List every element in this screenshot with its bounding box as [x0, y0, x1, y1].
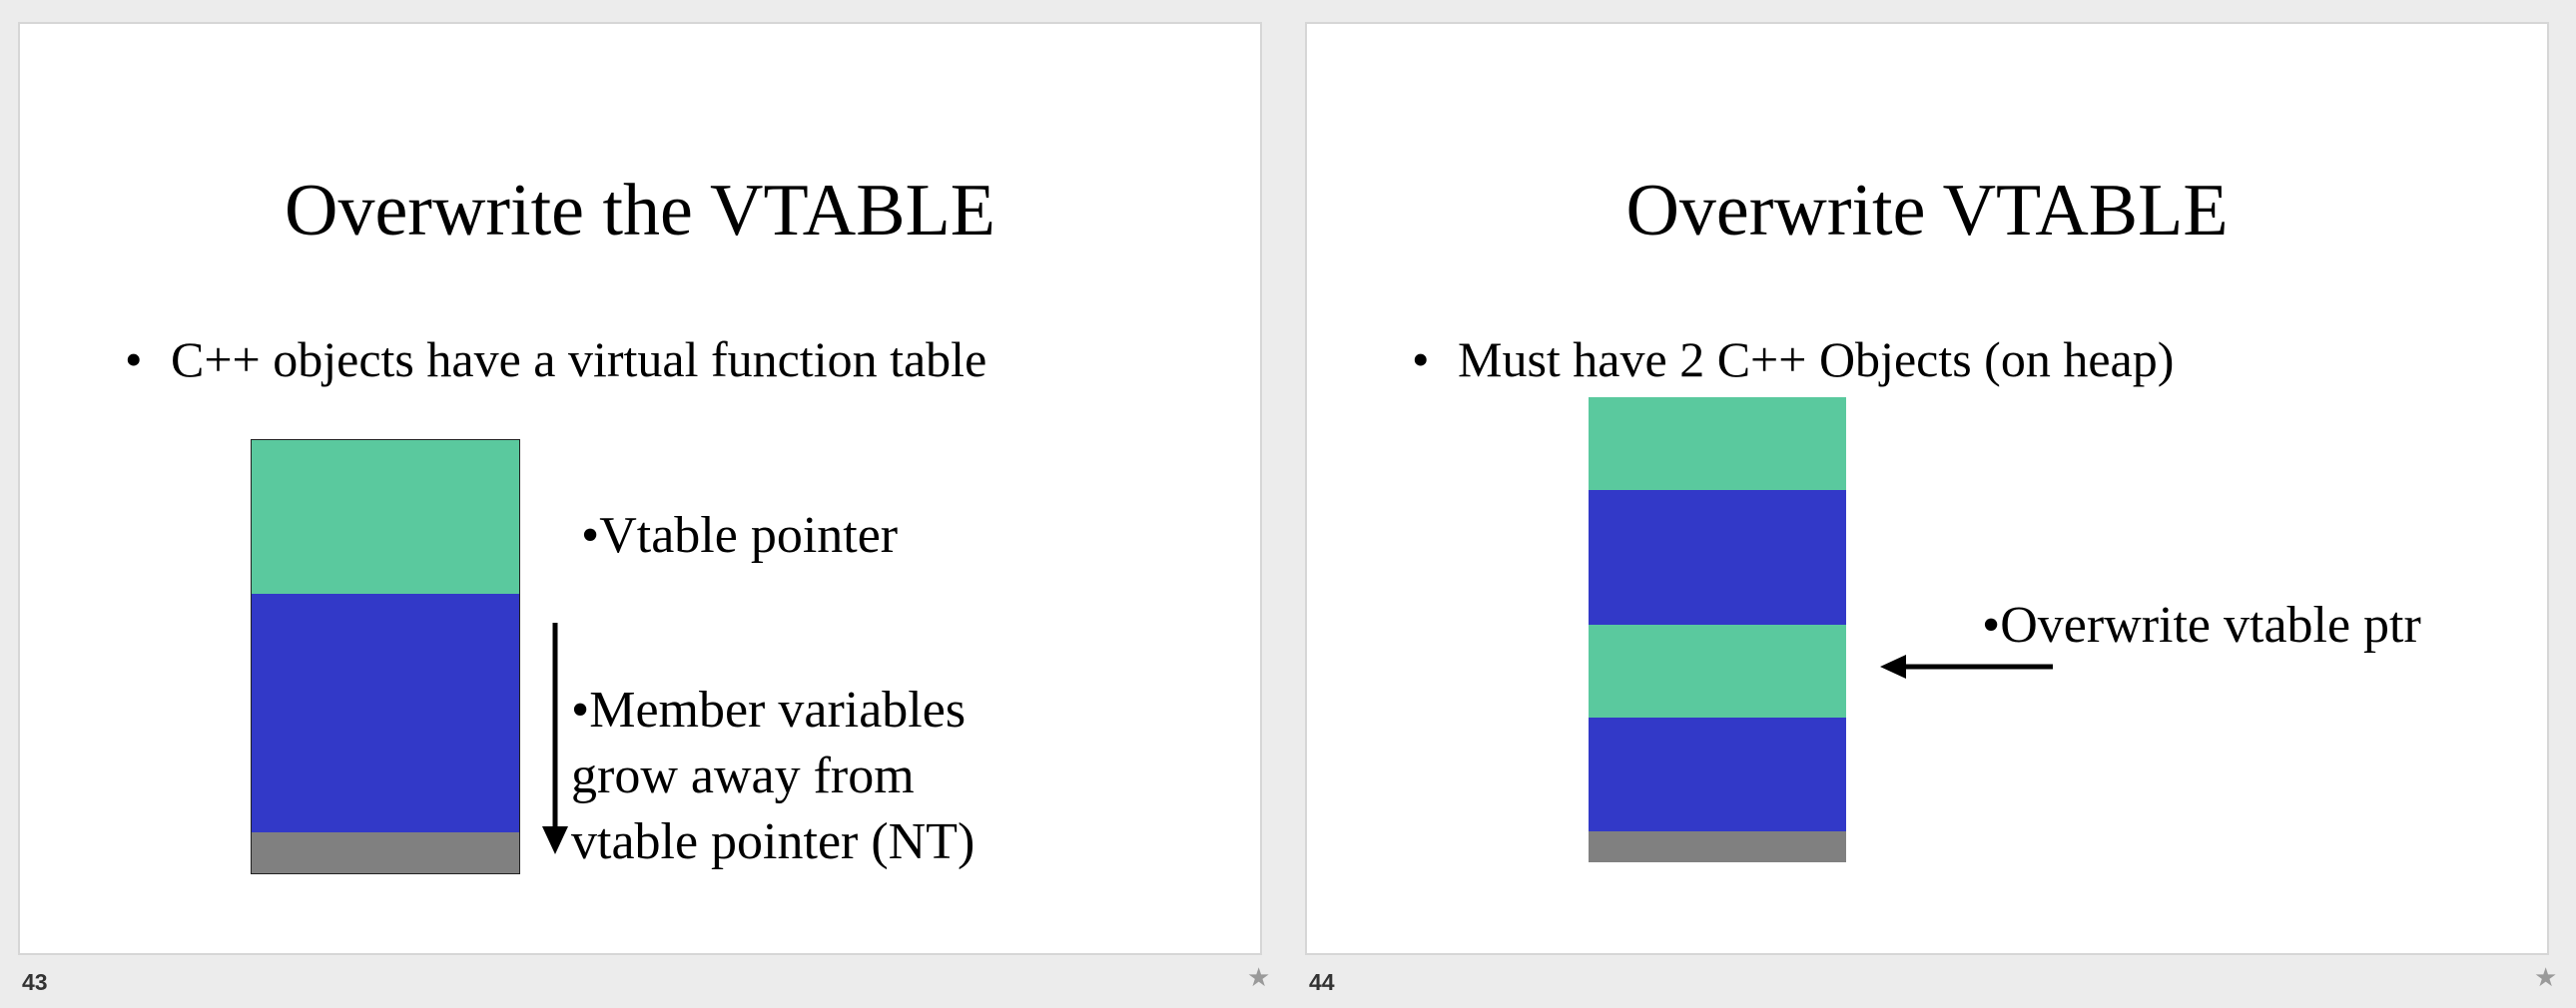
overwrite-vtable-label: •Overwrite vtable ptr	[1982, 597, 2421, 654]
member-variables-label: vtable pointer (NT)	[571, 813, 975, 870]
bullet-text: Must have 2 C++ Objects (on heap)	[1458, 331, 2175, 387]
bullet-item: • C++ objects have a virtual function tab…	[125, 329, 986, 389]
star-icon[interactable]: ★	[2534, 963, 2557, 993]
member-variables-label: •Member variables	[571, 682, 966, 739]
vtable-pointer-label: •Vtable pointer	[581, 507, 899, 564]
diagram-outline	[251, 439, 520, 874]
heap-gray-block	[1589, 831, 1846, 862]
slide-number: 44	[1309, 969, 1335, 995]
slide-title: Overwrite VTABLE	[1625, 170, 2229, 252]
bullet-dot: •	[125, 331, 143, 387]
star-icon[interactable]: ★	[1247, 963, 1270, 993]
slide-44-thumbnail[interactable]: Overwrite VTABLE • Must have 2 C++ Object…	[1305, 22, 2549, 955]
object-1-members-block	[1589, 490, 1846, 625]
object-2-vtable-block	[1589, 625, 1846, 718]
down-arrow-icon	[542, 623, 568, 854]
member-variables-label: grow away from	[571, 748, 915, 804]
object-2-members-block	[1589, 718, 1846, 831]
bullet-item: • Must have 2 C++ Objects (on heap)	[1412, 329, 2174, 389]
slide-number: 43	[22, 969, 48, 995]
slide-title: Overwrite the VTABLE	[285, 170, 995, 252]
object-1-vtable-block	[1589, 397, 1846, 490]
bullet-text: C++ objects have a virtual function tabl…	[171, 331, 987, 387]
bullet-dot: •	[1412, 331, 1430, 387]
slide-43-thumbnail[interactable]: Overwrite the VTABLE • C++ objects have a…	[18, 22, 1262, 955]
